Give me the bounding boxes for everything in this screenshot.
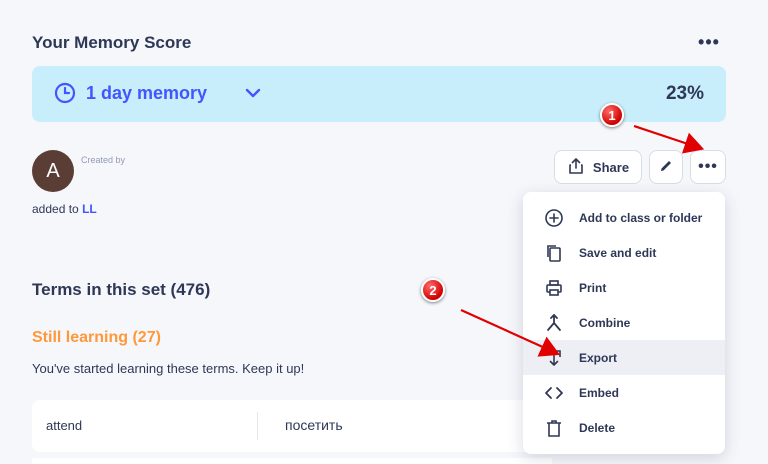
created-by-label: Created by [81, 155, 126, 165]
menu-item-combine[interactable]: Combine [523, 305, 725, 340]
edit-button[interactable] [649, 150, 683, 184]
avatar[interactable]: A [32, 150, 74, 192]
plus-circle-icon [544, 208, 564, 228]
share-icon [567, 157, 585, 178]
menu-item-export[interactable]: Export [523, 340, 725, 375]
pencil-icon [658, 158, 674, 177]
memory-more-button[interactable]: ••• [694, 32, 724, 52]
menu-item-add-to-class[interactable]: Add to class or folder [523, 200, 725, 235]
more-options-menu: Add to class or folder Save and edit Pri… [523, 192, 725, 454]
menu-item-label: Export [579, 350, 618, 365]
more-options-button[interactable]: ••• [690, 150, 726, 184]
chevron-down-icon[interactable] [244, 86, 262, 105]
share-label: Share [592, 159, 630, 175]
ellipsis-icon: ••• [698, 158, 718, 175]
memory-percent: 23% [665, 83, 704, 104]
annotation-arrow-1 [633, 124, 705, 154]
term-divider [257, 412, 258, 440]
added-to-text: added to LL [32, 202, 97, 216]
folder-link[interactable]: LL [82, 202, 97, 216]
next-term-row[interactable] [32, 458, 552, 464]
menu-item-label: Embed [579, 385, 620, 400]
annotation-badge-2: 2 [421, 278, 445, 302]
memory-label: 1 day memory [86, 83, 208, 103]
printer-icon [544, 278, 564, 298]
annotation-badge-1: 1 [600, 103, 624, 127]
menu-item-delete[interactable]: Delete [523, 410, 725, 445]
copy-icon [544, 243, 564, 263]
term-word: attend [46, 418, 83, 433]
share-button[interactable]: Share [554, 150, 642, 184]
trash-icon [544, 418, 564, 438]
merge-icon [544, 313, 564, 333]
menu-item-label: Combine [579, 315, 631, 330]
term-row[interactable]: attend посетить [32, 400, 552, 452]
menu-item-print[interactable]: Print [523, 270, 725, 305]
menu-item-label: Delete [579, 420, 616, 435]
terms-heading: Terms in this set (476) [32, 280, 211, 299]
menu-item-label: Save and edit [579, 245, 657, 260]
added-to-prefix: added to [32, 202, 79, 216]
menu-item-save-and-edit[interactable]: Save and edit [523, 235, 725, 270]
memory-score-heading: Your Memory Score [32, 33, 192, 52]
code-icon [544, 383, 564, 403]
menu-item-label: Print [579, 280, 607, 295]
menu-item-label: Add to class or folder [579, 210, 703, 225]
still-learning-subtitle: You've started learning these terms. Kee… [32, 361, 305, 376]
menu-item-embed[interactable]: Embed [523, 375, 725, 410]
term-definition: посетить [285, 417, 343, 433]
still-learning-heading: Still learning (27) [32, 329, 161, 346]
export-icon [544, 348, 564, 368]
clock-icon [54, 82, 76, 109]
